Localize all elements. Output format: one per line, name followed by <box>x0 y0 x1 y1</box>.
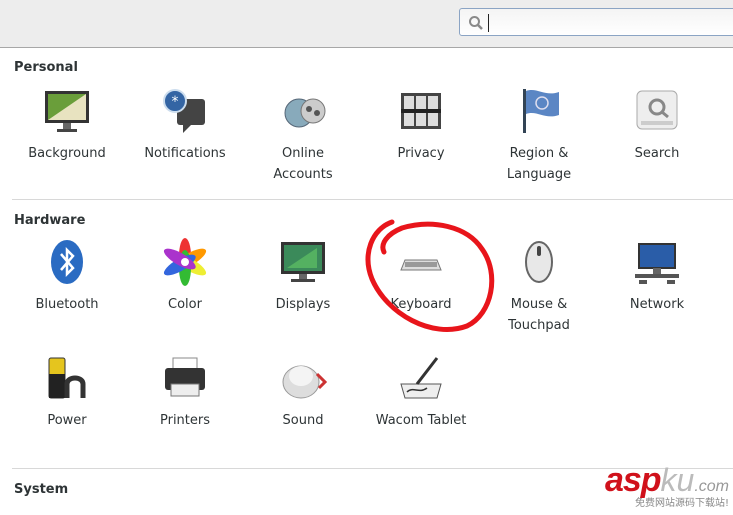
panel-label: Mouse & <box>510 297 568 312</box>
printer-icon <box>161 354 209 402</box>
power-icon <box>43 354 91 402</box>
panel-search[interactable]: Search <box>598 87 716 164</box>
notifications-icon: * <box>161 87 209 135</box>
panel-label: Privacy <box>397 146 445 161</box>
panel-label: Accounts <box>273 167 333 182</box>
panel-label: Online <box>282 146 324 161</box>
section-heading-personal: Personal <box>14 60 78 75</box>
panel-label: Power <box>47 413 87 428</box>
panel-label: Printers <box>159 413 211 428</box>
panel-label: Touchpad <box>508 318 570 333</box>
panel-bluetooth[interactable]: Bluetooth <box>8 238 126 315</box>
panel-notifications[interactable]: * Notifications <box>126 87 244 164</box>
online-accounts-icon <box>279 87 327 135</box>
search-icon <box>633 87 681 135</box>
watermark-tld: .com <box>694 478 729 495</box>
panel-region-language[interactable]: Region & Language <box>480 87 598 185</box>
search-icon <box>469 16 483 30</box>
color-icon <box>161 238 209 286</box>
panel-label: Language <box>506 167 572 182</box>
panel-privacy[interactable]: Privacy <box>362 87 480 164</box>
panel-label: Notifications <box>144 146 226 161</box>
panel-power[interactable]: Power <box>8 354 126 431</box>
panel-label: Bluetooth <box>35 297 99 312</box>
panel-label: Sound <box>282 413 324 428</box>
panel-wacom-tablet[interactable]: Wacom Tablet <box>362 354 480 431</box>
panel-displays[interactable]: Displays <box>244 238 362 315</box>
keyboard-icon <box>397 238 445 286</box>
panel-label: Background <box>28 146 106 161</box>
panel-label: Network <box>629 297 685 312</box>
sound-icon <box>279 354 328 402</box>
background-icon <box>43 87 91 135</box>
panel-printers[interactable]: Printers <box>126 354 244 431</box>
search-input[interactable] <box>459 8 733 36</box>
panel-background[interactable]: Background <box>8 87 126 164</box>
watermark-brand2: ku <box>660 462 695 498</box>
displays-icon <box>279 238 327 286</box>
panel-network[interactable]: Network <box>598 238 716 315</box>
panel-mouse-touchpad[interactable]: Mouse & Touchpad <box>480 238 598 336</box>
network-icon <box>633 238 681 286</box>
panel-label: Region & <box>509 146 569 161</box>
privacy-icon <box>397 87 445 135</box>
panel-label: Search <box>634 146 680 161</box>
section-heading-system: System <box>14 482 69 497</box>
header-bar <box>0 0 733 48</box>
mouse-icon <box>515 238 563 286</box>
panel-keyboard[interactable]: Keyboard <box>362 238 480 315</box>
region-flag-icon <box>515 87 563 135</box>
panel-label: Wacom Tablet <box>375 413 467 428</box>
panel-online-accounts[interactable]: Online Accounts <box>244 87 362 185</box>
panel-label: Displays <box>275 297 331 312</box>
panel-sound[interactable]: Sound <box>244 354 362 431</box>
text-caret <box>488 14 489 32</box>
panel-color[interactable]: Color <box>126 238 244 315</box>
watermark: aspku.com 免费网站源码下载站! <box>605 461 729 509</box>
panel-label: Color <box>168 297 202 312</box>
svg-text:*: * <box>172 94 179 110</box>
bluetooth-icon <box>43 238 91 286</box>
divider <box>12 199 733 200</box>
section-heading-hardware: Hardware <box>14 213 86 228</box>
wacom-tablet-icon <box>397 354 445 402</box>
panel-label: Keyboard <box>390 297 452 312</box>
